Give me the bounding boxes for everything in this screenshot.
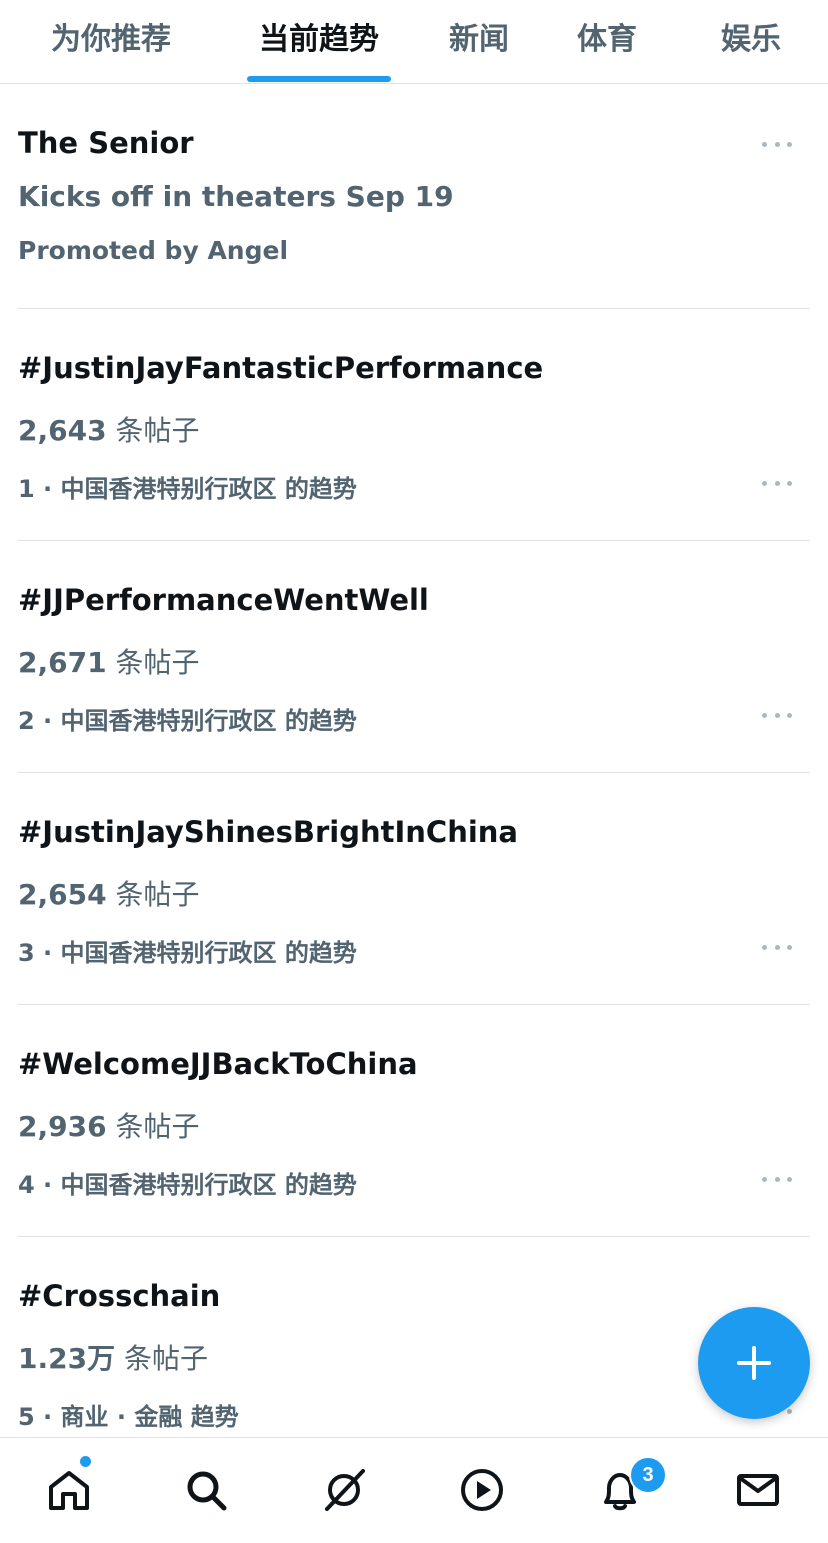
grok-icon	[325, 1469, 365, 1511]
trend-post-count: 2,654 条帖子	[18, 878, 200, 911]
notification-count-badge: 3	[629, 1456, 667, 1494]
trend-item[interactable]: #JustinJayShinesBrightInChina 2,654 条帖子 …	[18, 773, 810, 1005]
trend-title: #WelcomeJJBackToChina	[18, 1047, 418, 1081]
promoted-trend[interactable]: The Senior Kicks off in theaters Sep 19 …	[18, 84, 810, 309]
trend-post-count: 1.23万 条帖子	[18, 1342, 208, 1375]
promoted-subtitle: Kicks off in theaters Sep 19	[18, 180, 454, 213]
compose-post-button[interactable]	[698, 1307, 810, 1419]
promoted-label: Promoted by Angel	[18, 236, 289, 265]
nav-home[interactable]	[39, 1460, 99, 1520]
nav-messages[interactable]	[728, 1460, 788, 1520]
trend-context: 3 · 中国香港特别行政区 的趋势	[18, 939, 357, 967]
trend-item[interactable]: #JustinJayFantasticPerformance 2,643 条帖子…	[18, 309, 810, 541]
nav-grok[interactable]	[314, 1460, 374, 1520]
more-options-icon[interactable]	[762, 943, 792, 951]
trend-context: 1 · 中国香港特别行政区 的趋势	[18, 475, 357, 503]
trend-item[interactable]: #Crosschain 1.23万 条帖子 5 · 商业 · 金融 趋势	[18, 1237, 810, 1437]
trend-title: #JustinJayShinesBrightInChina	[18, 815, 518, 849]
trending-tab-bar: 为你推荐 当前趋势 新闻 体育 娱乐	[0, 0, 828, 84]
trend-post-count: 2,936 条帖子	[18, 1110, 200, 1143]
more-options-icon[interactable]	[762, 711, 792, 719]
trend-context: 4 · 中国香港特别行政区 的趋势	[18, 1171, 357, 1199]
trend-item[interactable]: #JJPerformanceWentWell 2,671 条帖子 2 · 中国香…	[18, 541, 810, 773]
trend-context: 5 · 商业 · 金融 趋势	[18, 1403, 239, 1431]
tab-for-you[interactable]: 为你推荐	[40, 0, 182, 83]
tab-sports[interactable]: 体育	[568, 0, 646, 83]
more-options-icon[interactable]	[762, 140, 792, 148]
trend-title: #JustinJayFantasticPerformance	[18, 351, 544, 385]
active-tab-indicator	[247, 76, 391, 82]
tab-news[interactable]: 新闻	[440, 0, 518, 83]
mail-icon	[737, 1474, 779, 1506]
trend-title: #Crosschain	[18, 1279, 221, 1313]
plus-icon	[737, 1346, 771, 1380]
tab-trending[interactable]: 当前趋势	[247, 0, 391, 83]
nav-explore[interactable]	[176, 1460, 236, 1520]
tab-entertainment[interactable]: 娱乐	[712, 0, 790, 83]
more-options-icon[interactable]	[762, 479, 792, 487]
trend-post-count: 2,643 条帖子	[18, 414, 200, 447]
trend-post-count: 2,671 条帖子	[18, 646, 200, 679]
video-icon	[461, 1469, 503, 1511]
more-options-icon[interactable]	[762, 1175, 792, 1183]
bottom-navigation-bar: 3	[0, 1437, 828, 1543]
search-icon	[187, 1471, 227, 1511]
trend-title: #JJPerformanceWentWell	[18, 583, 429, 617]
trend-context: 2 · 中国香港特别行政区 的趋势	[18, 707, 357, 735]
nav-video[interactable]	[452, 1460, 512, 1520]
home-icon	[49, 1471, 89, 1510]
home-unread-dot	[80, 1456, 91, 1467]
trend-item[interactable]: #WelcomeJJBackToChina 2,936 条帖子 4 · 中国香港…	[18, 1005, 810, 1237]
promoted-title: The Senior	[18, 126, 194, 160]
